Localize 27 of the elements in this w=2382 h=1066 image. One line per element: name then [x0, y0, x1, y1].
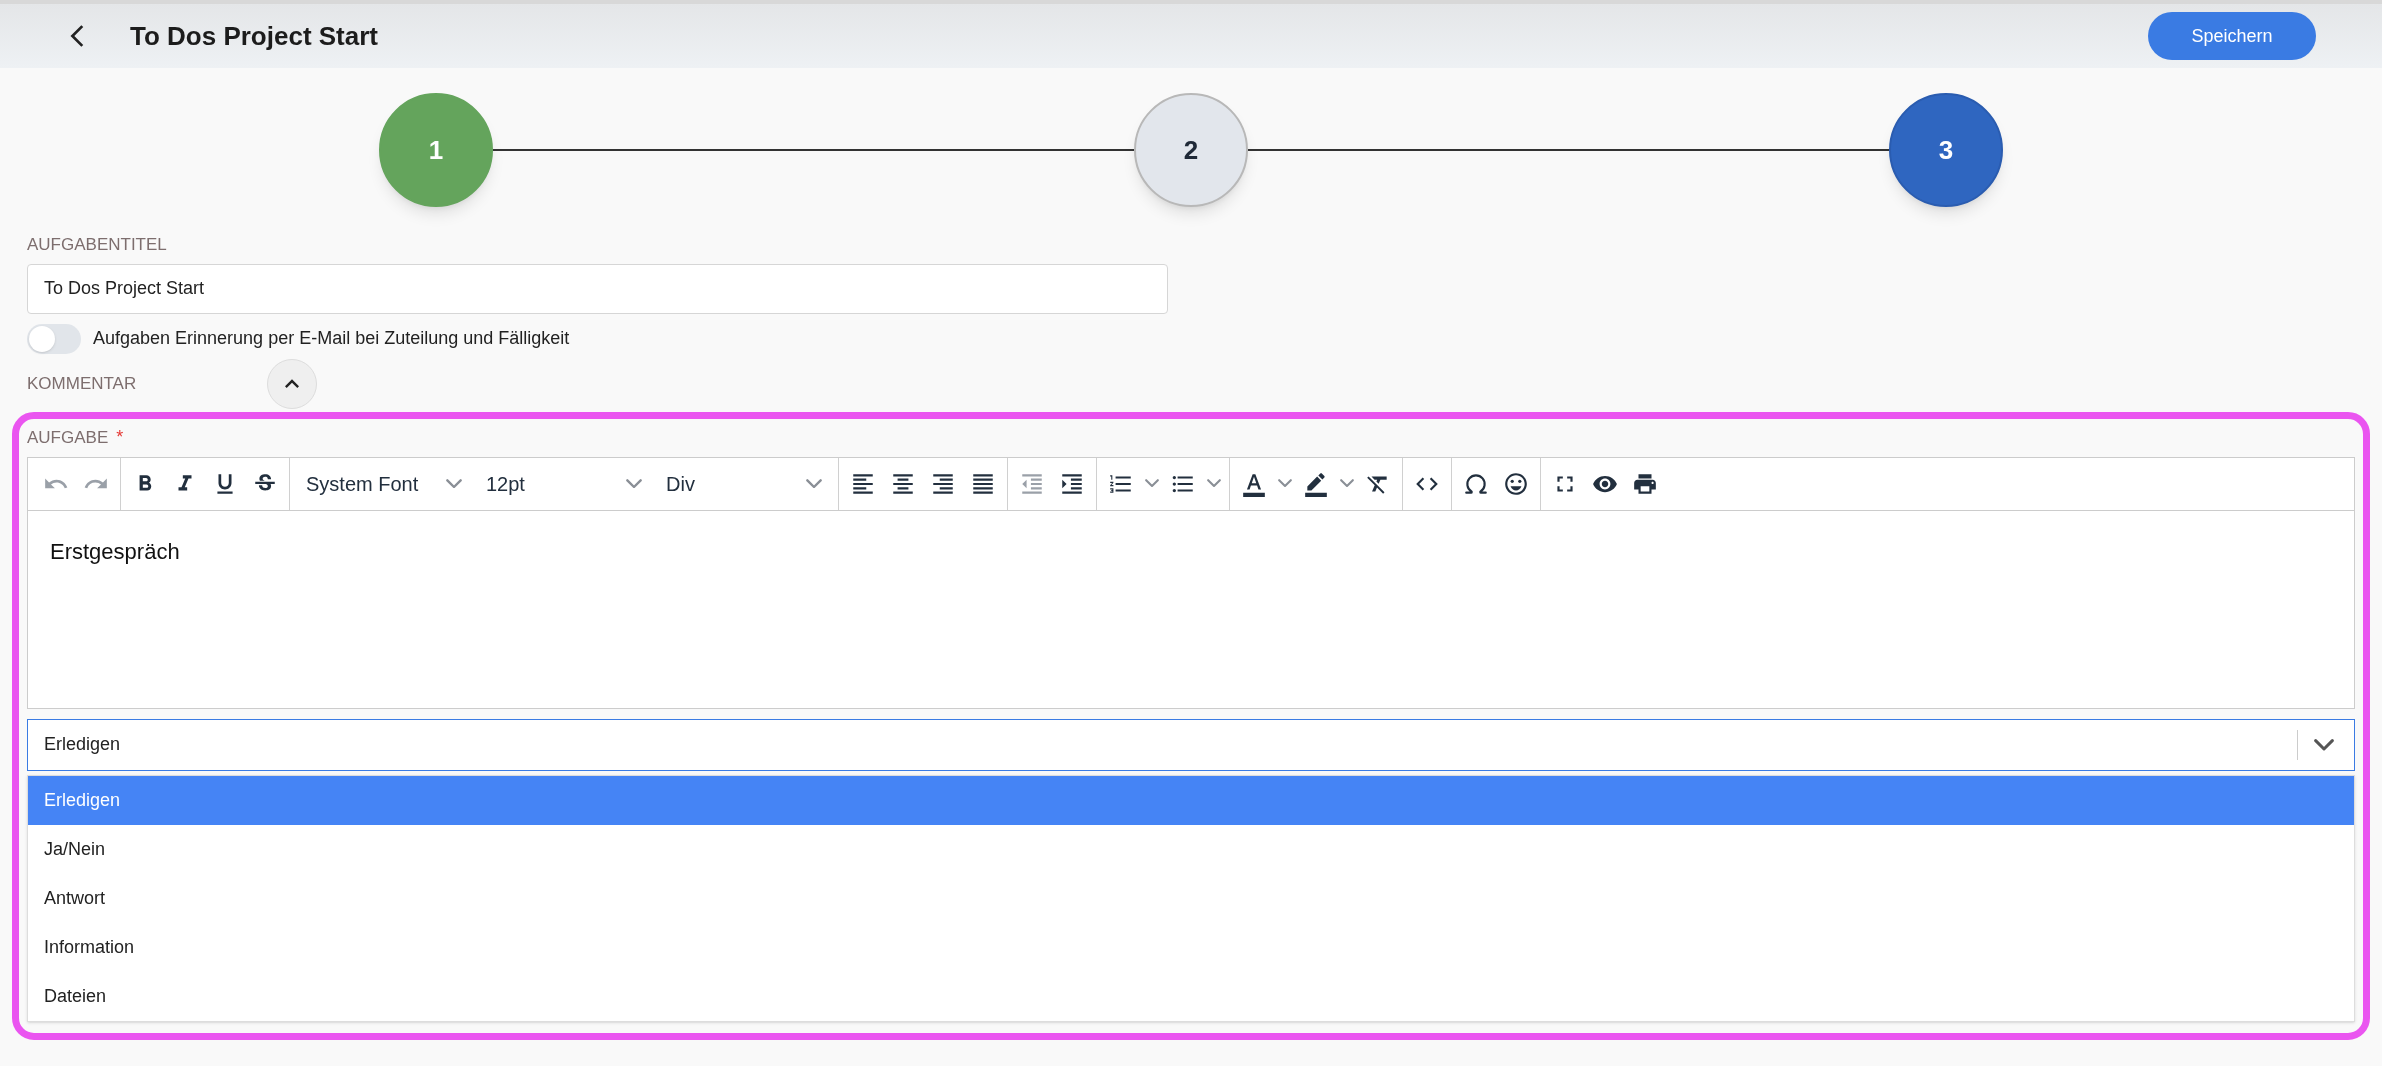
caret-icon — [2314, 738, 2334, 751]
save-button[interactable]: Speichern — [2148, 12, 2316, 60]
field-label: AUFGABENTITEL — [27, 234, 168, 256]
required-mark: * — [116, 426, 124, 449]
dropdown-option[interactable]: Information — [28, 922, 2354, 972]
caret-icon — [1278, 479, 1292, 488]
dropdown-option[interactable]: Dateien — [28, 971, 2354, 1021]
caret-icon — [1145, 479, 1159, 488]
caret-icon — [1207, 479, 1221, 488]
toolbar-dropdown[interactable]: 12pt — [474, 463, 654, 504]
caret-icon — [1340, 479, 1354, 488]
select-field[interactable]: Erledigen — [27, 718, 2355, 771]
toolbar-dropdown[interactable]: Div — [654, 463, 834, 504]
field-label: KOMMENTAR — [27, 372, 138, 395]
input-field[interactable]: To Dos Project Start — [27, 263, 1168, 314]
editor-text: Erstgespräch — [50, 538, 180, 564]
toggle-label: Aufgaben Erinnerung per E-Mail bei Zuteilung und Fälligkeit — [93, 327, 570, 350]
dropdown-option[interactable]: Ja/Nein — [28, 824, 2354, 874]
page-title: To Dos Project Start — [130, 19, 378, 53]
caret-icon — [806, 478, 822, 489]
caret-icon — [446, 478, 462, 489]
dropdown-option[interactable]: Antwort — [28, 873, 2354, 923]
field-label: AUFGABE — [27, 426, 109, 449]
toggle-switch[interactable] — [27, 323, 81, 354]
toolbar-dropdown[interactable]: System Font — [294, 463, 474, 504]
caret-icon — [626, 478, 642, 489]
dropdown-option[interactable]: Erledigen — [28, 775, 2354, 825]
